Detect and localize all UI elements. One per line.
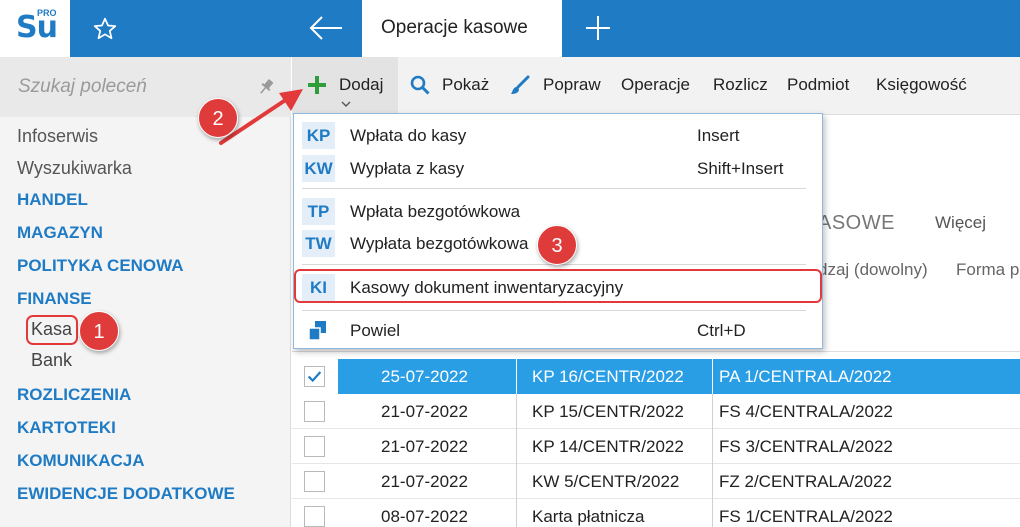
column-separator bbox=[516, 359, 517, 394]
column-separator bbox=[516, 464, 517, 499]
cell-date: 25-07-2022 bbox=[381, 367, 468, 386]
star-icon[interactable] bbox=[92, 16, 118, 42]
search-icon bbox=[410, 75, 430, 95]
logo-badge: PRO bbox=[37, 8, 57, 18]
show-button[interactable]: Pokaż bbox=[442, 75, 489, 95]
sidebar-item-handel[interactable]: HANDEL bbox=[17, 190, 88, 210]
cell-document: PA 1/CENTRALA/2022 bbox=[719, 367, 892, 386]
menu-item-label: Wpłata bezgotówkowa bbox=[350, 202, 521, 221]
add-button-label: Dodaj bbox=[339, 75, 384, 94]
edit-button[interactable]: Popraw bbox=[543, 75, 601, 95]
menu-item-code: TP bbox=[302, 198, 335, 225]
menu-item-label: Wpłata do kasy bbox=[350, 126, 467, 145]
menu-item-shortcut: Shift+Insert bbox=[697, 159, 784, 178]
tab-more[interactable]: Więcej bbox=[935, 213, 986, 233]
menu-item-code: TW bbox=[302, 230, 335, 257]
cell-date: 21-07-2022 bbox=[381, 402, 468, 421]
menu-item-label: Wypłata z kasy bbox=[350, 159, 465, 178]
sidebar-item-polityka-cenowa[interactable]: POLITYKA CENOWA bbox=[17, 256, 184, 276]
annotation-badge-3: 3 bbox=[537, 225, 577, 265]
cell-number: Karta płatnicza bbox=[532, 507, 645, 526]
settle-button[interactable]: Rozlicz bbox=[713, 75, 768, 95]
checkbox[interactable] bbox=[304, 436, 325, 457]
table-row[interactable]: 21-07-2022 KP 14/CENTR/2022 FS 3/CENTRAL… bbox=[292, 429, 1020, 464]
kasa-highlight-annotation bbox=[26, 315, 78, 345]
filter-rodzaj[interactable]: dzaj (dowolny) bbox=[818, 260, 928, 280]
subject-button[interactable]: Podmiot bbox=[787, 75, 849, 95]
table-row[interactable]: 08-07-2022 Karta płatnicza FS 1/CENTRALA… bbox=[292, 499, 1020, 527]
tab-kasowe-partial[interactable]: ASOWE bbox=[818, 212, 895, 235]
annotation-badge-2: 2 bbox=[198, 98, 238, 138]
column-separator bbox=[516, 394, 517, 429]
checkbox-checked[interactable] bbox=[304, 366, 325, 387]
sidebar-item-magazyn[interactable]: MAGAZYN bbox=[17, 223, 103, 243]
cell-date: 21-07-2022 bbox=[381, 437, 468, 456]
cell-date: 21-07-2022 bbox=[381, 472, 468, 491]
menu-item-shortcut: Ctrl+D bbox=[697, 321, 746, 340]
operations-button[interactable]: Operacje bbox=[621, 75, 690, 95]
cell-number: KP 15/CENTR/2022 bbox=[532, 402, 684, 421]
app-logo[interactable]: Su PRO bbox=[0, 0, 70, 57]
chevron-down-icon bbox=[341, 101, 351, 107]
cell-document: FS 1/CENTRALA/2022 bbox=[719, 507, 893, 526]
sidebar-item-komunikacja[interactable]: KOMUNIKACJA bbox=[17, 451, 145, 471]
column-separator bbox=[712, 429, 713, 464]
sidebar-item-bank[interactable]: Bank bbox=[31, 350, 72, 371]
table-row[interactable]: 21-07-2022 KP 15/CENTR/2022 FS 4/CENTRAL… bbox=[292, 394, 1020, 429]
sidebar-item-infoserwis[interactable]: Infoserwis bbox=[17, 126, 98, 147]
annotation-badge-1: 1 bbox=[79, 311, 119, 351]
tab-label: Operacje kasowe bbox=[381, 17, 528, 38]
cell-document: FS 4/CENTRALA/2022 bbox=[719, 402, 893, 421]
cell-number: KW 5/CENTR/2022 bbox=[532, 472, 680, 491]
toolbar: Dodaj Pokaż Popraw Operacje Rozlicz Podm… bbox=[292, 57, 1020, 115]
checkbox[interactable] bbox=[304, 471, 325, 492]
new-tab-plus-icon[interactable] bbox=[584, 14, 612, 42]
column-separator bbox=[712, 394, 713, 429]
menu-item-code: KW bbox=[302, 155, 335, 182]
sidebar-item-ewidencje-dodatkowe[interactable]: EWIDENCJE DODATKOWE bbox=[17, 484, 235, 504]
sidebar-item-finanse[interactable]: FINANSE bbox=[17, 289, 92, 309]
sidebar-item-kartoteki[interactable]: KARTOTEKI bbox=[17, 418, 116, 438]
cell-document: FZ 2/CENTRALA/2022 bbox=[719, 472, 892, 491]
column-separator bbox=[516, 429, 517, 464]
menu-item-label: Wypłata bezgotówkowa bbox=[350, 234, 529, 253]
top-bar: Su PRO Operacje kasowe bbox=[0, 0, 1020, 57]
column-separator bbox=[712, 359, 713, 394]
checkbox[interactable] bbox=[304, 401, 325, 422]
back-arrow-icon[interactable] bbox=[308, 14, 344, 42]
cell-date: 08-07-2022 bbox=[381, 507, 468, 526]
sidebar-item-wyszukiwarka[interactable]: Wyszukiwarka bbox=[17, 158, 132, 179]
highlight-annotation bbox=[294, 269, 822, 303]
divider bbox=[292, 351, 1020, 352]
accounting-button[interactable]: Księgowość bbox=[876, 75, 967, 95]
brush-icon bbox=[511, 75, 530, 94]
column-separator bbox=[712, 499, 713, 527]
menu-separator bbox=[302, 188, 806, 189]
sidebar-item-rozliczenia[interactable]: ROZLICZENIA bbox=[17, 385, 131, 405]
column-separator bbox=[712, 464, 713, 499]
cell-document: FS 3/CENTRALA/2022 bbox=[719, 437, 893, 456]
filter-forma[interactable]: Forma p bbox=[956, 260, 1019, 280]
menu-separator bbox=[302, 310, 806, 311]
checkbox[interactable] bbox=[304, 506, 325, 527]
menu-item-shortcut: Insert bbox=[697, 126, 740, 145]
cell-number: KP 16/CENTR/2022 bbox=[532, 367, 684, 386]
tab-operacje-kasowe[interactable]: Operacje kasowe bbox=[362, 0, 562, 57]
search-placeholder: Szukaj poleceń bbox=[18, 76, 147, 97]
menu-item-label: Powiel bbox=[350, 321, 401, 340]
column-separator bbox=[516, 499, 517, 527]
table-row[interactable]: 25-07-2022 KP 16/CENTR/2022 PA 1/CENTRAL… bbox=[292, 359, 1020, 394]
cell-number: KP 14/CENTR/2022 bbox=[532, 437, 684, 456]
copy-icon bbox=[308, 321, 326, 341]
table-row[interactable]: 21-07-2022 KW 5/CENTR/2022 FZ 2/CENTRALA… bbox=[292, 464, 1020, 499]
